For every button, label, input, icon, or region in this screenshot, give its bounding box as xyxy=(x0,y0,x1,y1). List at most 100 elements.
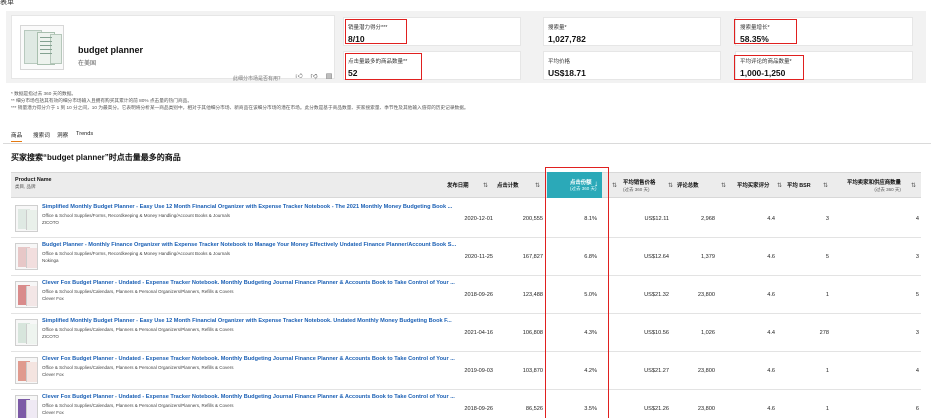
product-brand: ZICOTO xyxy=(42,334,59,339)
cell-review-count: 1,026 xyxy=(701,330,715,336)
cell-avg-bsr: 278 xyxy=(819,330,829,336)
cell-avg-price: US$12.64 xyxy=(644,254,669,260)
highlight-box xyxy=(734,55,804,80)
cell-avg-bsr: 1 xyxy=(825,406,829,412)
page-frame: budget planner 在美国 此细分市场是否有用？ 👍︎ 👎︎ ▤ 销量… xyxy=(3,6,931,418)
col-avg-price[interactable]: 平均销售价格 (过去 360 天) xyxy=(623,178,655,193)
product-title-link[interactable]: Budget Planner - Monthly Finance Organiz… xyxy=(42,242,456,248)
cell-launch-date: 2020-12-01 xyxy=(464,216,493,222)
cell-avg-bsr: 5 xyxy=(825,254,829,260)
product-thumbnail[interactable] xyxy=(15,281,38,308)
product-category: Office & School Supplies/Calendars, Plan… xyxy=(42,403,234,408)
cell-clicks: 106,808 xyxy=(522,330,543,336)
cell-launch-date: 2018-09-26 xyxy=(464,292,493,298)
feedback-prompt: 此细分市场是否有用？ xyxy=(233,76,284,82)
product-thumbnail[interactable] xyxy=(15,205,38,232)
product-thumbnail[interactable] xyxy=(15,243,38,270)
table-row[interactable]: Simplified Monthly Budget Planner - Easy… xyxy=(11,314,921,352)
niche-market: 在美国 xyxy=(78,61,97,67)
table-header: Product Name 类目, 品牌 发布日期 ⇅ 点击计数 ⇅ ⇅ 平均销售… xyxy=(11,172,921,198)
cell-avg-price: US$21.26 xyxy=(644,406,669,412)
tab-search-terms[interactable]: 搜索词 xyxy=(33,131,50,139)
table-row[interactable]: Clever Fox Budget Planner - Undated - Ex… xyxy=(11,352,921,390)
sort-icon[interactable]: ⇅ xyxy=(777,182,782,189)
niche-title: budget planner xyxy=(78,45,143,55)
product-title-link[interactable]: Clever Fox Budget Planner - Undated - Ex… xyxy=(42,356,455,362)
cell-avg-sellers: 3 xyxy=(915,254,919,260)
product-thumbnail[interactable] xyxy=(15,319,38,346)
col-avg-bsr[interactable]: 平均 BSR xyxy=(787,181,811,189)
cell-avg-sellers: 4 xyxy=(915,216,919,222)
sort-icon[interactable]: ⇅ xyxy=(535,182,540,189)
cell-avg-bsr: 1 xyxy=(825,292,829,298)
cell-launch-date: 2020-11-25 xyxy=(464,254,493,260)
section-title: 买家搜索“budget planner”时点击量最多的商品 xyxy=(11,153,181,162)
cell-avg-rating: 4.6 xyxy=(767,254,775,260)
product-thumbnail[interactable] xyxy=(15,395,38,418)
product-title-link[interactable]: Clever Fox Budget Planner - Undated - Ex… xyxy=(42,394,455,400)
comment-icon[interactable]: ▤ xyxy=(325,73,333,81)
cell-clicks: 103,870 xyxy=(522,368,543,374)
product-title-link[interactable]: Simplified Monthly Budget Planner - Easy… xyxy=(42,204,452,210)
cell-avg-rating: 4.6 xyxy=(767,406,775,412)
thumbs-up-icon[interactable]: 👍︎ xyxy=(295,73,303,81)
sort-icon[interactable]: ⇅ xyxy=(612,182,617,189)
sort-icon[interactable]: ⇅ xyxy=(911,182,916,189)
sort-icon[interactable]: ⇅ xyxy=(721,182,726,189)
cell-review-count: 23,800 xyxy=(697,406,715,412)
cell-review-count: 2,968 xyxy=(701,216,715,222)
col-product-name[interactable]: Product Name 类目, 品牌 xyxy=(15,177,52,190)
thumbs-down-icon[interactable]: 👎︎ xyxy=(310,73,318,81)
tab-insights[interactable]: 洞察 xyxy=(57,131,68,139)
sort-icon[interactable]: ⇅ xyxy=(483,182,488,189)
cell-review-count: 23,800 xyxy=(697,368,715,374)
col-avg-rating[interactable]: 平均买家评分 xyxy=(737,181,769,189)
table-row[interactable]: Clever Fox Budget Planner - Undated - Ex… xyxy=(11,276,921,314)
product-title-link[interactable]: Clever Fox Budget Planner - Undated - Ex… xyxy=(42,280,455,286)
product-category: Office & School Supplies/Forms, Recordke… xyxy=(42,251,231,256)
col-launch-date[interactable]: 发布日期 xyxy=(447,181,469,189)
col-clicks[interactable]: 点击计数 xyxy=(497,181,519,189)
product-brand: Clever Fox xyxy=(42,296,64,301)
table-row[interactable]: Clever Fox Budget Planner - Undated - Ex… xyxy=(11,390,921,418)
product-thumbnail[interactable] xyxy=(15,357,38,384)
sort-icon[interactable]: ⇅ xyxy=(668,182,673,189)
highlight-box xyxy=(345,19,407,44)
metric-avg-price: 平均价格 US$18.71 xyxy=(543,51,721,80)
sort-icon[interactable]: ⇅ xyxy=(823,182,828,189)
cell-clicks: 86,526 xyxy=(525,406,543,412)
product-category: Office & School Supplies/Calendars, Plan… xyxy=(42,365,234,370)
cell-avg-rating: 4.4 xyxy=(767,216,775,222)
niche-header: budget planner 在美国 此细分市场是否有用？ 👍︎ 👎︎ ▤ 销量… xyxy=(6,11,926,83)
product-brand: Clever Fox xyxy=(42,372,64,377)
tab-products[interactable]: 商品 xyxy=(11,131,23,142)
cell-avg-bsr: 1 xyxy=(825,368,829,374)
table-row[interactable]: Budget Planner - Monthly Finance Organiz… xyxy=(11,238,921,276)
highlight-box xyxy=(545,167,609,418)
product-category: Office & School Supplies/Forms, Recordke… xyxy=(42,213,231,218)
product-category: Office & School Supplies/Calendars, Plan… xyxy=(42,327,234,332)
cell-clicks: 200,555 xyxy=(522,216,543,222)
products-table: Product Name 类目, 品牌 发布日期 ⇅ 点击计数 ⇅ ⇅ 平均销售… xyxy=(11,167,921,418)
cell-launch-date: 2021-04-16 xyxy=(464,330,493,336)
col-review-count[interactable]: 评论总数 xyxy=(677,181,699,189)
table-row[interactable]: Simplified Monthly Budget Planner - Easy… xyxy=(11,200,921,238)
cell-launch-date: 2019-09-03 xyxy=(464,368,493,374)
cell-launch-date: 2018-09-26 xyxy=(464,406,493,412)
cell-avg-rating: 4.4 xyxy=(767,330,775,336)
cell-avg-sellers: 4 xyxy=(915,368,919,374)
cell-avg-sellers: 6 xyxy=(915,406,919,412)
niche-summary-card: budget planner 在美国 此细分市场是否有用？ 👍︎ 👎︎ ▤ xyxy=(11,15,335,82)
product-brand: ZICOTO xyxy=(42,220,59,225)
col-avg-sellers[interactable]: 平均卖家和供应商数量 (过去 360 天) xyxy=(847,178,901,193)
tab-trends[interactable]: Trends xyxy=(76,131,93,137)
product-title-link[interactable]: Simplified Monthly Budget Planner - Easy… xyxy=(42,318,452,324)
cell-avg-price: US$21.32 xyxy=(644,292,669,298)
niche-thumbnail xyxy=(20,25,64,70)
highlight-box xyxy=(734,19,797,44)
cell-clicks: 167,827 xyxy=(522,254,543,260)
tab-divider xyxy=(3,143,931,144)
product-category: Office & School Supplies/Calendars, Plan… xyxy=(42,289,234,294)
cell-avg-rating: 4.6 xyxy=(767,368,775,374)
cell-review-count: 23,800 xyxy=(697,292,715,298)
